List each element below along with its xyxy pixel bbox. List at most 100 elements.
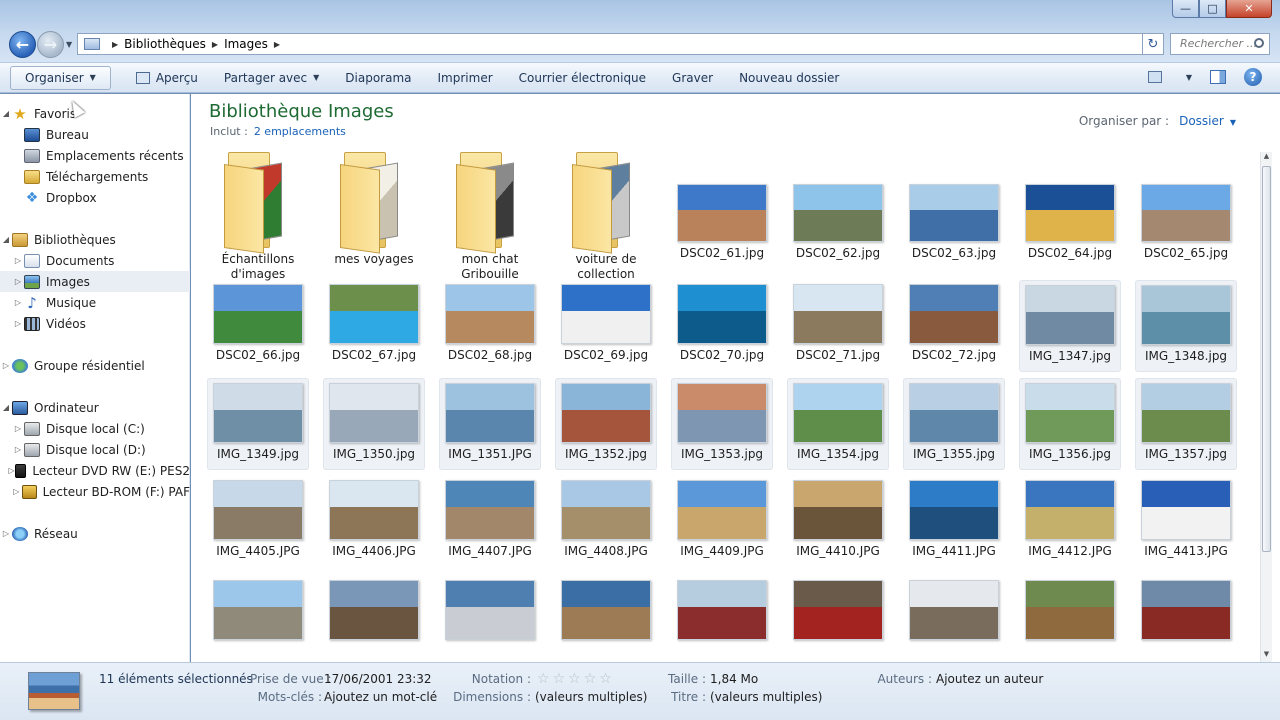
image-item[interactable]: DSC02_65.jpg <box>1135 152 1237 276</box>
image-item[interactable] <box>903 572 1005 662</box>
nav-downloads[interactable]: Téléchargements <box>0 166 190 187</box>
folder-item[interactable]: mon chat Gribouille <box>439 152 541 281</box>
collapsed-icon[interactable]: ▷ <box>12 424 24 433</box>
image-item[interactable]: IMG_1353.jpg <box>671 378 773 470</box>
image-item[interactable] <box>1135 572 1237 662</box>
search-input[interactable]: Rechercher ... <box>1170 33 1270 55</box>
image-item[interactable] <box>439 572 541 662</box>
star-icon[interactable]: ☆ <box>584 672 597 686</box>
expanded-icon[interactable]: ◢ <box>0 235 12 244</box>
new-folder-button[interactable]: Nouveau dossier <box>726 66 852 90</box>
image-item[interactable]: IMG_1351.JPG <box>439 378 541 470</box>
nav-libraries[interactable]: ◢ Bibliothèques <box>0 229 190 250</box>
nav-desktop[interactable]: Bureau <box>0 124 190 145</box>
nav-documents[interactable]: ▷ Documents <box>0 250 190 271</box>
collapsed-icon[interactable]: ▷ <box>12 298 24 307</box>
nav-videos[interactable]: ▷ Vidéos <box>0 313 190 334</box>
nav-dvd[interactable]: ▷ Lecteur DVD RW (E:) PES2 <box>0 460 190 481</box>
change-view-icon[interactable] <box>1147 71 1162 83</box>
image-item[interactable]: IMG_1347.jpg <box>1019 280 1121 372</box>
nav-dropbox[interactable]: ❖ Dropbox <box>0 187 190 208</box>
image-item[interactable]: IMG_1355.jpg <box>903 378 1005 470</box>
collapsed-icon[interactable]: ▷ <box>11 487 22 496</box>
organize-button[interactable]: Organiser ▼ <box>10 65 111 90</box>
image-item[interactable]: DSC02_67.jpg <box>323 280 425 372</box>
image-item[interactable]: DSC02_70.jpg <box>671 280 773 372</box>
nav-network[interactable]: ▷ Réseau <box>0 523 190 544</box>
image-item[interactable]: IMG_1357.jpg <box>1135 378 1237 470</box>
nav-recent-places[interactable]: Emplacements récents <box>0 145 190 166</box>
star-icon[interactable]: ☆ <box>568 672 581 686</box>
scroll-thumb[interactable] <box>1262 166 1271 552</box>
image-item[interactable]: DSC02_63.jpg <box>903 152 1005 276</box>
print-button[interactable]: Imprimer <box>425 66 506 90</box>
scroll-down-icon[interactable]: ▼ <box>1261 650 1272 662</box>
collapsed-icon[interactable]: ▷ <box>12 319 24 328</box>
image-item[interactable]: DSC02_68.jpg <box>439 280 541 372</box>
burn-button[interactable]: Graver <box>659 66 726 90</box>
image-item[interactable] <box>323 572 425 662</box>
collapsed-icon[interactable]: ▷ <box>12 445 24 454</box>
image-item[interactable]: IMG_4407.JPG <box>439 476 541 568</box>
image-item[interactable]: IMG_1350.jpg <box>323 378 425 470</box>
nav-disk-c[interactable]: ▷ Disque local (C:) <box>0 418 190 439</box>
preview-button[interactable]: Aperçu <box>123 66 211 90</box>
forward-button[interactable]: → <box>37 31 64 58</box>
chevron-down-icon[interactable]: ▼ <box>1186 73 1192 82</box>
folder-item[interactable]: Échantillons d'images <box>207 152 309 281</box>
back-button[interactable]: ← <box>9 31 36 58</box>
chevron-right-icon[interactable]: ▶ <box>212 40 218 49</box>
chevron-right-icon[interactable]: ▶ <box>112 40 118 49</box>
authors-value[interactable]: Ajoutez un auteur <box>936 672 1043 686</box>
image-item[interactable]: IMG_1348.jpg <box>1135 280 1237 372</box>
scroll-up-icon[interactable]: ▲ <box>1261 152 1272 164</box>
includes-link[interactable]: 2 emplacements <box>254 125 346 138</box>
image-item[interactable] <box>207 572 309 662</box>
collapsed-icon[interactable]: ▷ <box>0 529 12 538</box>
address-bar[interactable]: ▶ Bibliothèques ▶ Images ▶ ▼ <box>77 33 1162 55</box>
image-item[interactable] <box>555 572 657 662</box>
rating-stars[interactable]: ☆ ☆ ☆ ☆ ☆ <box>537 672 612 686</box>
star-icon[interactable]: ☆ <box>599 672 612 686</box>
nav-favorites[interactable]: ◢ ★ Favoris <box>0 103 190 124</box>
title-value[interactable]: (valeurs multiples) <box>710 690 822 704</box>
image-item[interactable]: IMG_1356.jpg <box>1019 378 1121 470</box>
expanded-icon[interactable]: ◢ <box>0 109 12 118</box>
arrange-dropdown[interactable]: Dossier <box>1179 114 1224 128</box>
keywords-value[interactable]: Ajoutez un mot-clé <box>324 690 437 704</box>
folder-item[interactable]: mes voyages <box>323 152 425 276</box>
collapsed-icon[interactable]: ▷ <box>8 466 16 475</box>
history-dropdown-icon[interactable]: ▼ <box>66 40 72 49</box>
image-item[interactable]: IMG_4413.JPG <box>1135 476 1237 568</box>
chevron-down-icon[interactable]: ▼ <box>1230 118 1236 127</box>
image-item[interactable]: DSC02_69.jpg <box>555 280 657 372</box>
nav-disk-d[interactable]: ▷ Disque local (D:) <box>0 439 190 460</box>
image-item[interactable]: DSC02_64.jpg <box>1019 152 1121 276</box>
image-item[interactable]: IMG_1352.jpg <box>555 378 657 470</box>
image-item[interactable]: IMG_1349.jpg <box>207 378 309 470</box>
image-item[interactable]: IMG_4408.JPG <box>555 476 657 568</box>
image-item[interactable]: IMG_4409.JPG <box>671 476 773 568</box>
image-item[interactable]: DSC02_62.jpg <box>787 152 889 276</box>
image-item[interactable] <box>787 572 889 662</box>
close-button[interactable]: ✕ <box>1226 0 1272 18</box>
image-item[interactable]: DSC02_71.jpg <box>787 280 889 372</box>
minimize-button[interactable]: — <box>1172 0 1199 18</box>
collapsed-icon[interactable]: ▷ <box>12 277 24 286</box>
email-button[interactable]: Courrier électronique <box>506 66 659 90</box>
slideshow-button[interactable]: Diaporama <box>332 66 424 90</box>
image-item[interactable]: DSC02_66.jpg <box>207 280 309 372</box>
chevron-right-icon[interactable]: ▶ <box>274 40 280 49</box>
share-button[interactable]: Partager avec ▼ <box>211 66 332 90</box>
image-item[interactable]: IMG_4412.JPG <box>1019 476 1121 568</box>
nav-images[interactable]: ▷ Images <box>0 271 190 292</box>
image-item[interactable]: DSC02_72.jpg <box>903 280 1005 372</box>
nav-bd[interactable]: ▷ Lecteur BD-ROM (F:) PAF <box>0 481 190 502</box>
image-item[interactable]: IMG_4410.JPG <box>787 476 889 568</box>
image-item[interactable]: IMG_4411.JPG <box>903 476 1005 568</box>
nav-music[interactable]: ▷ ♪ Musique <box>0 292 190 313</box>
preview-pane-icon[interactable] <box>1210 70 1226 84</box>
image-item[interactable]: IMG_1354.jpg <box>787 378 889 470</box>
nav-homegroup[interactable]: ▷ Groupe résidentiel <box>0 355 190 376</box>
collapsed-icon[interactable]: ▷ <box>12 256 24 265</box>
